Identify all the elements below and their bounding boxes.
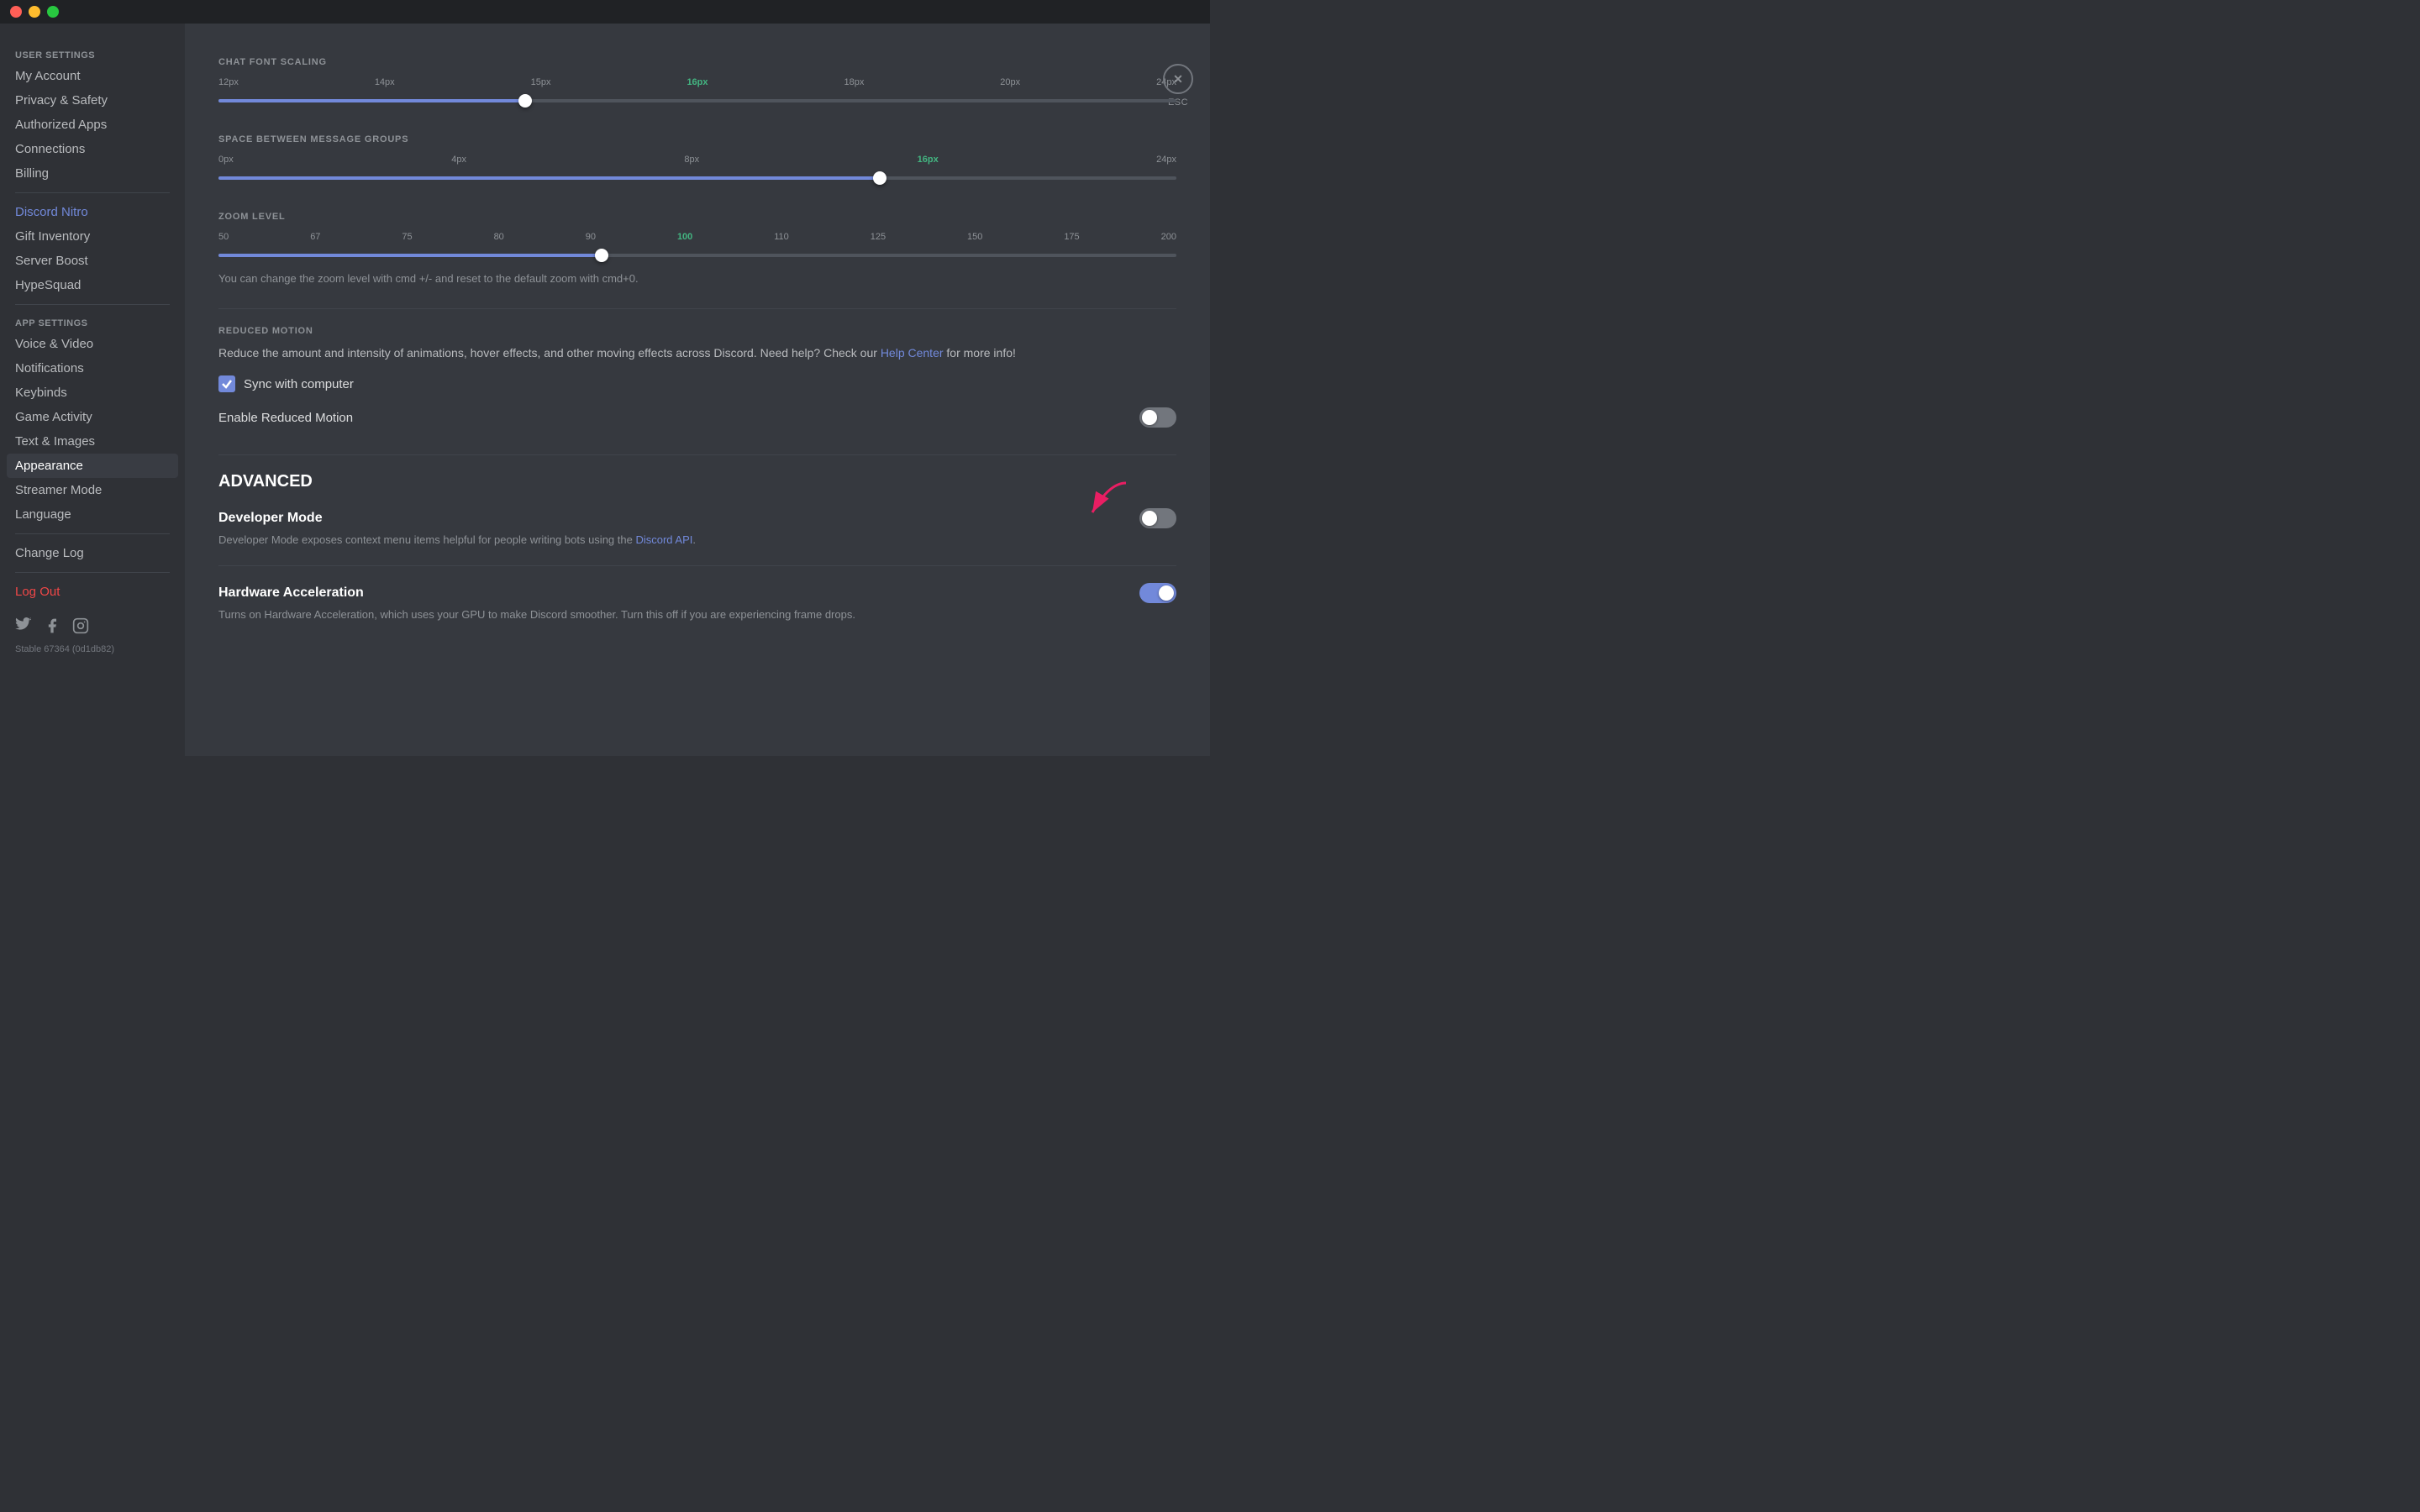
titlebar [0,0,1210,24]
reduced-motion-block: REDUCED MOTION Reduce the amount and int… [218,326,1176,431]
chat-font-slider[interactable] [218,91,1176,111]
hardware-acceleration-block: Hardware Acceleration Turns on Hardware … [218,583,1176,623]
maximize-button[interactable] [47,6,59,18]
help-center-link[interactable]: Help Center [881,346,944,360]
minimize-button[interactable] [29,6,40,18]
sidebar-item-game-activity[interactable]: Game Activity [7,405,178,429]
space-between-title: SPACE BETWEEN MESSAGE GROUPS [218,134,1176,144]
sidebar-divider-4 [15,572,170,573]
sidebar-item-text-images[interactable]: Text & Images [7,429,178,454]
sidebar-item-authorized-apps[interactable]: Authorized Apps [7,113,178,137]
divider-1 [218,308,1176,309]
enable-reduced-motion-toggle[interactable] [1139,407,1176,428]
sidebar-item-voice-video[interactable]: Voice & Video [7,332,178,356]
hardware-toggle-knob [1159,585,1174,601]
user-settings-label: User Settings [7,44,178,64]
zoom-level-block: ZOOM LEVEL 50 67 75 80 90 100 110 125 15… [218,212,1176,285]
sync-checkbox-row[interactable]: Sync with computer [218,375,1176,392]
sidebar-item-connections[interactable]: Connections [7,137,178,161]
sidebar-divider-3 [15,533,170,534]
sidebar-item-my-account[interactable]: My Account [7,64,178,88]
chat-font-labels: 12px 14px 15px 16px 18px 20px 24px [218,77,1176,87]
zoom-level-title: ZOOM LEVEL [218,212,1176,222]
sidebar-item-language[interactable]: Language [7,502,178,527]
app-settings-label: App Settings [7,312,178,332]
app-body: User Settings My Account Privacy & Safet… [0,24,1210,756]
space-between-labels: 0px 4px 8px 16px 24px [218,155,1176,165]
close-button[interactable] [10,6,22,18]
reduced-motion-title: REDUCED MOTION [218,326,1176,336]
reduced-motion-desc: Reduce the amount and intensity of anima… [218,344,1176,362]
twitter-icon[interactable] [15,617,32,634]
space-between-block: SPACE BETWEEN MESSAGE GROUPS 0px 4px 8px… [218,134,1176,188]
hardware-accel-desc: Turns on Hardware Acceleration, which us… [218,606,1176,623]
facebook-icon[interactable] [44,617,60,634]
zoom-level-slider[interactable] [218,245,1176,265]
instagram-icon[interactable] [72,617,89,634]
sidebar: User Settings My Account Privacy & Safet… [0,24,185,756]
developer-mode-toggle[interactable] [1139,508,1176,528]
sync-checkbox[interactable] [218,375,235,392]
developer-mode-desc: Developer Mode exposes context menu item… [218,532,1176,549]
main-content: ✕ ESC CHAT FONT SCALING 12px 14px 15px 1… [185,24,1210,756]
toggle-knob [1142,410,1157,425]
advanced-block: ADVANCED Developer Mode [218,472,1176,622]
sidebar-item-server-boost[interactable]: Server Boost [7,249,178,273]
developer-mode-block: Developer Mode [218,508,1176,549]
enable-reduced-motion-label: Enable Reduced Motion [218,411,353,425]
developer-toggle-knob [1142,511,1157,526]
sidebar-item-hypesquad[interactable]: HypeSquad [7,273,178,297]
zoom-hint: You can change the zoom level with cmd +… [218,272,1176,285]
advanced-title: ADVANCED [218,472,1176,491]
esc-circle[interactable]: ✕ [1163,64,1193,94]
hardware-accel-toggle[interactable] [1139,583,1176,603]
sync-label: Sync with computer [244,377,354,391]
sidebar-divider-1 [15,192,170,193]
sidebar-divider-2 [15,304,170,305]
sidebar-item-gift-inventory[interactable]: Gift Inventory [7,224,178,249]
discord-api-link[interactable]: Discord API [635,533,692,546]
developer-mode-name: Developer Mode [218,511,323,526]
hardware-accel-top: Hardware Acceleration [218,583,1176,603]
sidebar-item-keybinds[interactable]: Keybinds [7,381,178,405]
chat-font-scaling-title: CHAT FONT SCALING [218,57,1176,67]
sidebar-item-discord-nitro[interactable]: Discord Nitro [7,200,178,224]
sidebar-item-appearance[interactable]: Appearance [7,454,178,478]
sidebar-item-privacy-safety[interactable]: Privacy & Safety [7,88,178,113]
developer-mode-top: Developer Mode [218,508,1176,528]
social-links [7,611,178,641]
hardware-accel-name: Hardware Acceleration [218,585,364,601]
chat-font-scaling-block: CHAT FONT SCALING 12px 14px 15px 16px 18… [218,57,1176,111]
divider-3 [218,565,1176,566]
sidebar-item-streamer-mode[interactable]: Streamer Mode [7,478,178,502]
sidebar-item-log-out[interactable]: Log Out [7,580,178,604]
space-between-slider[interactable] [218,168,1176,188]
sidebar-item-change-log[interactable]: Change Log [7,541,178,565]
version-text: Stable 67364 (0d1db82) [7,641,178,658]
sidebar-item-notifications[interactable]: Notifications [7,356,178,381]
zoom-labels: 50 67 75 80 90 100 110 125 150 175 200 [218,232,1176,242]
enable-reduced-motion-row: Enable Reduced Motion [218,404,1176,431]
sidebar-item-billing[interactable]: Billing [7,161,178,186]
divider-2 [218,454,1176,455]
